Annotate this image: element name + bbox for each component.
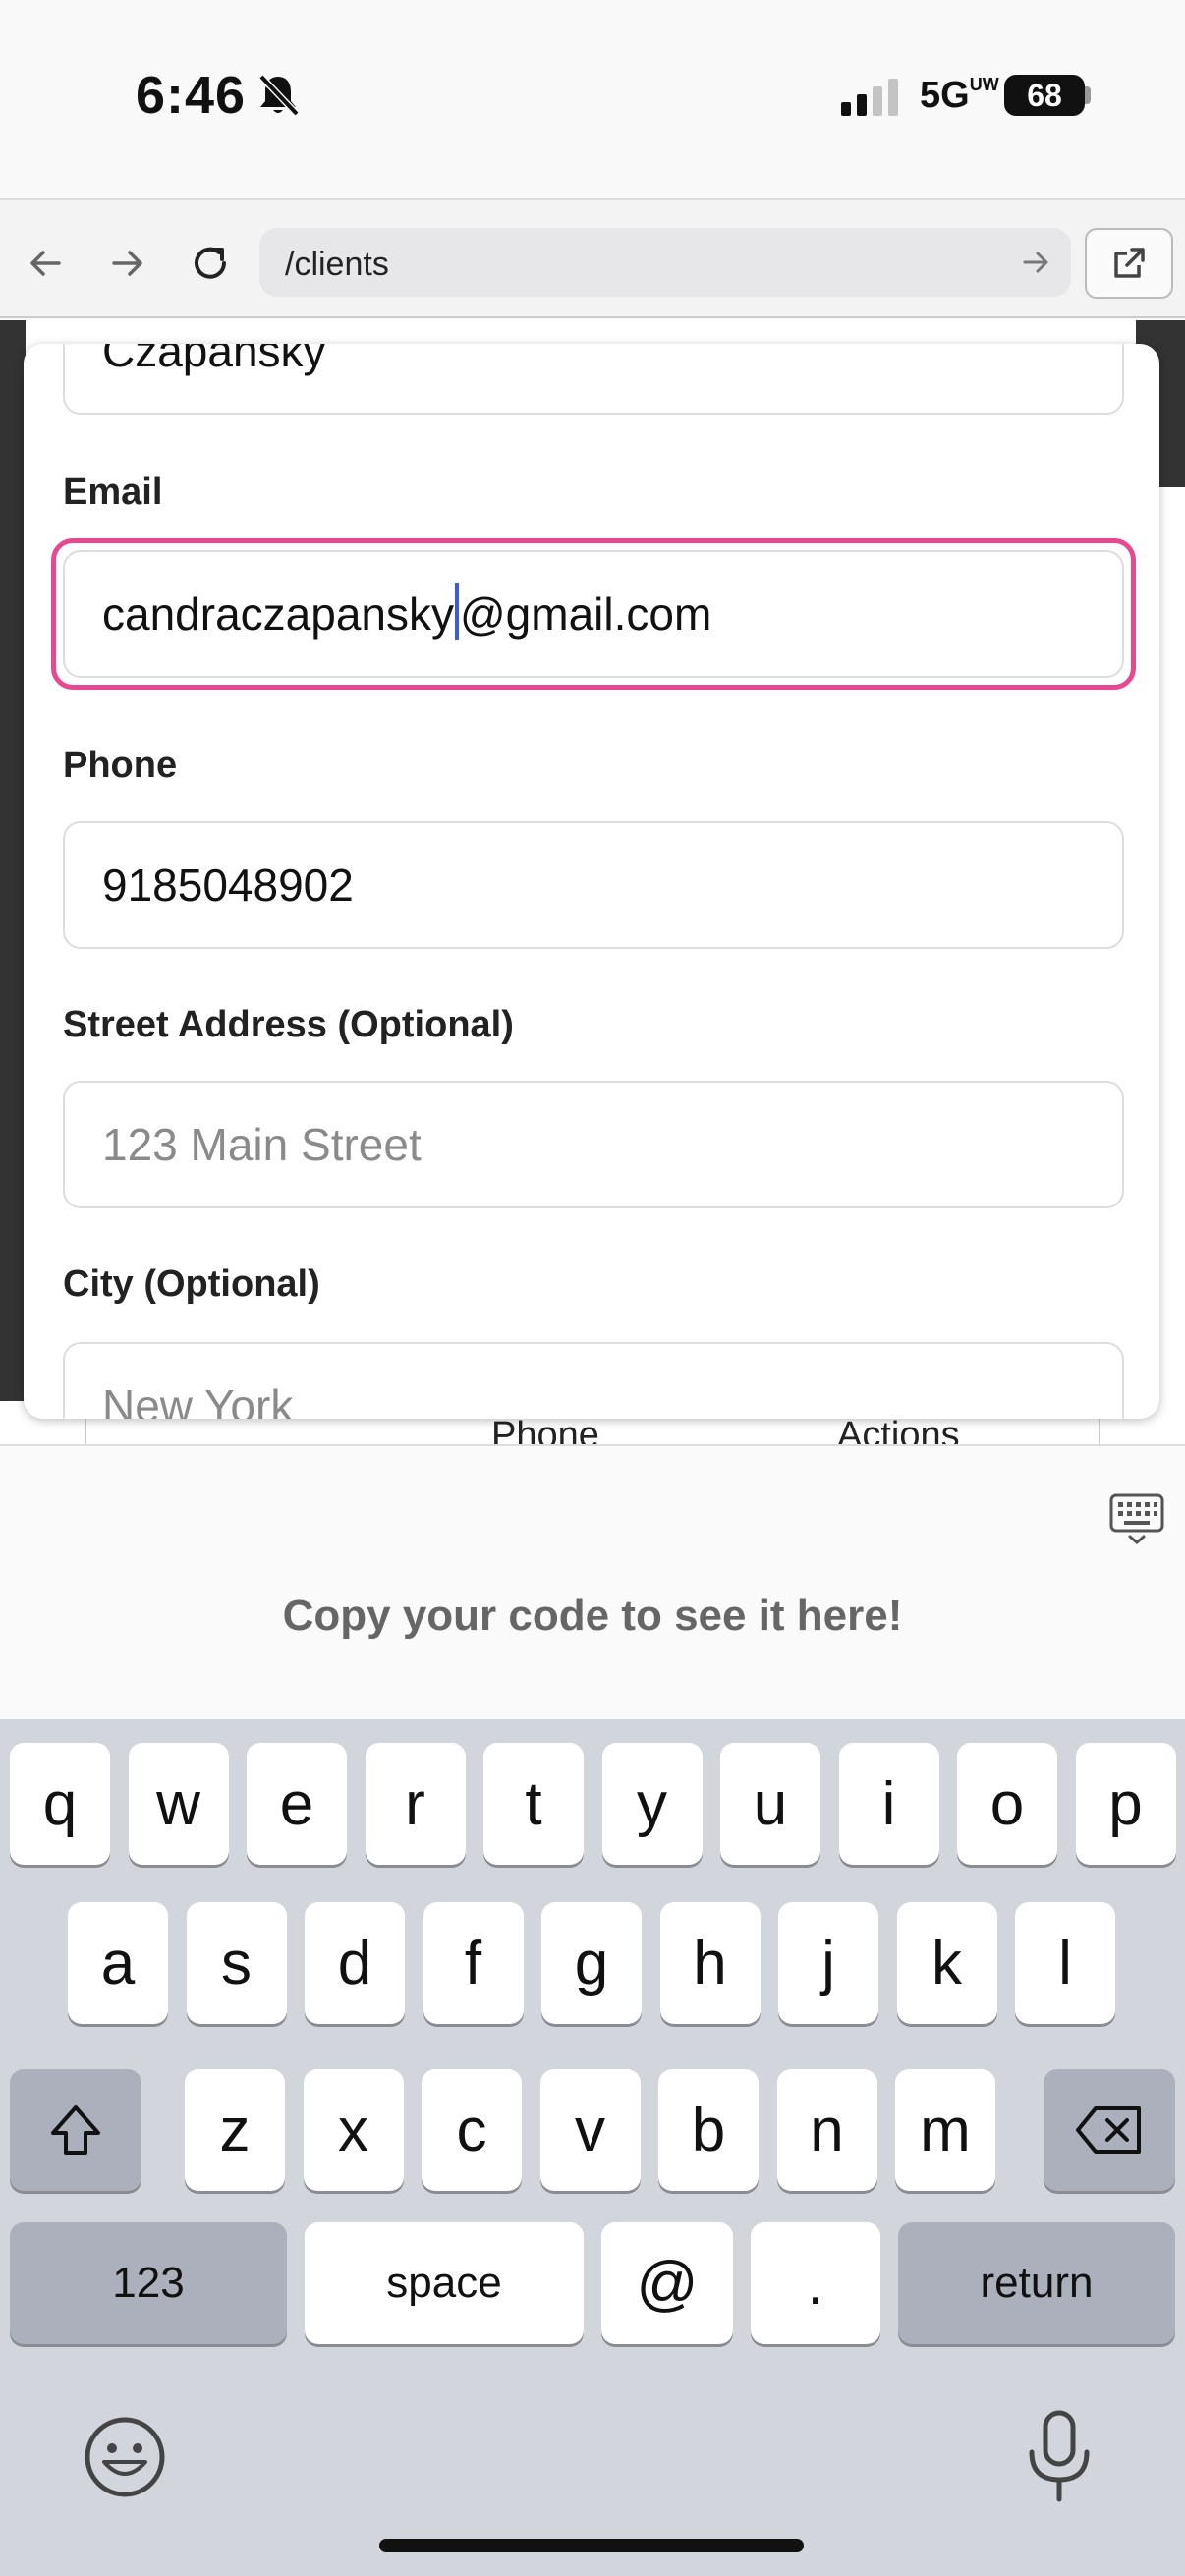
keyboard-toggle-icon[interactable]: [1108, 1491, 1165, 1546]
shift-key[interactable]: [10, 2069, 141, 2191]
preview-message: Copy your code to see it here!: [282, 1592, 903, 1640]
key-u[interactable]: u: [720, 1743, 820, 1865]
microphone-icon[interactable]: [1024, 2409, 1095, 2503]
key-k[interactable]: k: [896, 1902, 997, 2024]
key-m[interactable]: m: [895, 2069, 995, 2191]
shift-arrow-icon: [51, 2105, 100, 2155]
last-name-field[interactable]: Czapansky: [63, 344, 1124, 415]
key-g[interactable]: g: [541, 1902, 642, 2024]
network-type: 5GUW: [920, 75, 999, 116]
at-key[interactable]: @: [601, 2222, 733, 2344]
home-indicator: [379, 2539, 804, 2552]
text-cursor: [454, 583, 459, 640]
key-n[interactable]: n: [776, 2069, 877, 2191]
numbers-key[interactable]: 123: [10, 2222, 287, 2344]
arrow-left-icon: [30, 251, 61, 276]
key-v[interactable]: v: [539, 2069, 641, 2191]
city-field[interactable]: New York: [63, 1342, 1124, 1419]
forward-button[interactable]: [100, 236, 155, 291]
open-external-button[interactable]: [1085, 228, 1173, 299]
phone-field[interactable]: 9185048902: [63, 821, 1124, 949]
key-d[interactable]: d: [305, 1902, 405, 2024]
street-address-label: Street Address (Optional): [63, 1004, 514, 1045]
key-y[interactable]: y: [601, 1743, 703, 1865]
backspace-icon: [1076, 2106, 1141, 2154]
browser-toolbar: /clients: [0, 198, 1185, 318]
key-f[interactable]: f: [423, 1902, 524, 2024]
emoji-icon[interactable]: [83, 2415, 167, 2499]
email-field[interactable]: candraczapansky @gmail.com: [63, 550, 1124, 678]
clock: 6:46: [136, 66, 247, 125]
reload-button[interactable]: [183, 236, 238, 291]
cellular-signal-icon: [841, 79, 898, 116]
street-address-field[interactable]: 123 Main Street: [63, 1081, 1124, 1208]
external-link-icon: [1114, 248, 1145, 278]
key-i[interactable]: i: [838, 1743, 939, 1865]
battery-cap: [1085, 86, 1091, 104]
backspace-key[interactable]: [1044, 2069, 1175, 2191]
url-field[interactable]: /clients: [259, 228, 1071, 297]
key-e[interactable]: e: [247, 1743, 347, 1865]
key-b[interactable]: b: [658, 2069, 759, 2191]
key-h[interactable]: h: [659, 1902, 761, 2024]
back-button[interactable]: [18, 236, 73, 291]
preview-panel: Copy your code to see it here!: [0, 1444, 1185, 1719]
arrow-right-icon: [112, 251, 142, 276]
key-a[interactable]: a: [68, 1902, 168, 2024]
go-arrow-icon[interactable]: [1020, 246, 1053, 279]
key-z[interactable]: z: [185, 2069, 285, 2191]
key-w[interactable]: w: [128, 1743, 229, 1865]
battery-level: 68: [1004, 75, 1085, 116]
overlay-backdrop-left: [0, 320, 26, 1401]
key-j[interactable]: j: [778, 1902, 878, 2024]
client-form-modal: Czapansky Email candraczapansky @gmail.co…: [24, 344, 1159, 1419]
email-text-after-cursor: @gmail.com: [459, 588, 712, 640]
email-label: Email: [63, 472, 163, 513]
reload-icon: [195, 247, 226, 279]
bell-muted-icon: [258, 74, 300, 117]
key-l[interactable]: l: [1015, 1902, 1115, 2024]
key-p[interactable]: p: [1075, 1743, 1176, 1865]
key-t[interactable]: t: [483, 1743, 584, 1865]
key-q[interactable]: q: [10, 1743, 110, 1865]
on-screen-keyboard: qwertyuiop asdfghjkl zxcvbnm 123 space @…: [0, 1719, 1185, 2576]
key-r[interactable]: r: [365, 1743, 466, 1865]
key-x[interactable]: x: [303, 2069, 404, 2191]
city-label: City (Optional): [63, 1263, 320, 1305]
key-s[interactable]: s: [186, 1902, 287, 2024]
key-o[interactable]: o: [957, 1743, 1057, 1865]
status-bar: 6:46 5GUW 68: [0, 0, 1185, 196]
url-text: /clients: [285, 246, 389, 283]
dot-key[interactable]: .: [751, 2222, 880, 2344]
space-key[interactable]: space: [305, 2222, 584, 2344]
email-text-before-cursor: candraczapansky: [102, 588, 454, 640]
return-key[interactable]: return: [898, 2222, 1175, 2344]
phone-label: Phone: [63, 745, 178, 786]
key-c[interactable]: c: [422, 2069, 522, 2191]
